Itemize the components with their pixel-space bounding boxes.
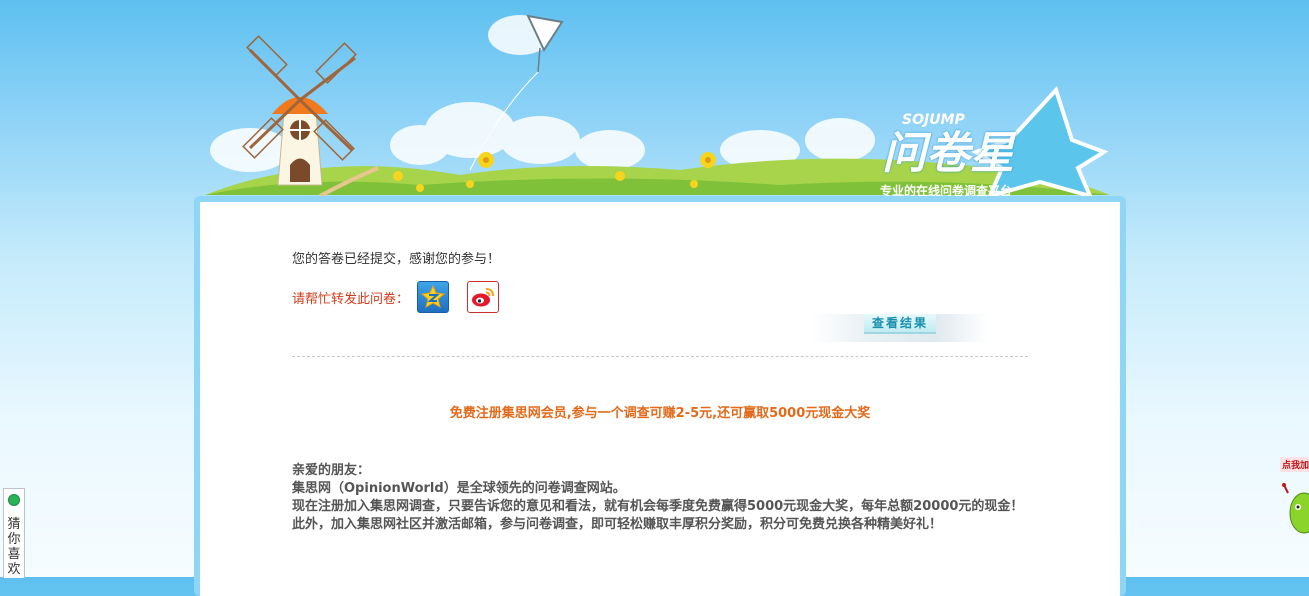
body-line: 现在注册加入集思网调查，只要告诉您的意见和看法，就有机会每季度免费赢得5000元… <box>292 499 1024 514</box>
share-label: 请帮忙转发此问卷： <box>292 291 410 307</box>
body-line: 亲爱的朋友： <box>292 463 371 478</box>
content-card-inner: 您的答卷已经提交，感谢您的参与！ 请帮忙转发此问卷： 查看结果 免费注册集思网会… <box>200 202 1120 596</box>
mascot-icon <box>1282 483 1309 534</box>
header-banner: SOJUMP 问卷星 专业的在线问卷调查平台 <box>0 0 1309 200</box>
banner-illustration <box>205 14 1110 200</box>
side-tab-label: 猜你喜欢 <box>7 517 21 577</box>
view-results-bar: 查看结果 <box>812 314 988 342</box>
view-results-button[interactable]: 查看结果 <box>864 314 936 334</box>
thanks-message: 您的答卷已经提交，感谢您的参与！ <box>292 252 501 267</box>
qzone-icon <box>421 285 446 309</box>
body-line: 此外，加入集思网社区并激活邮箱，参与问卷调查，即可轻松赚取丰厚积分奖励，积分可免… <box>292 517 943 532</box>
weibo-icon <box>472 288 495 307</box>
guess-you-like-tab[interactable]: 猜你喜欢 <box>3 488 25 578</box>
content-card: 您的答卷已经提交，感谢您的参与！ 请帮忙转发此问卷： 查看结果 免费注册集思网会… <box>194 196 1126 596</box>
promo-headline[interactable]: 免费注册集思网会员,参与一个调查可赚2-5元,还可赢取5000元现金大奖 <box>200 402 1120 421</box>
logo-top-text: SOJUMP <box>902 112 965 128</box>
floating-ad[interactable]: 点我加 <box>1278 453 1309 548</box>
body-line: 集思网（OpinionWorld）是全球领先的问卷调查网站。 <box>292 481 626 496</box>
share-row: 请帮忙转发此问卷： <box>292 280 517 314</box>
logo-main-text: 问卷星 <box>882 128 1014 179</box>
status-dot-icon <box>8 494 20 506</box>
floating-ad-label: 点我加 <box>1280 457 1309 472</box>
qzone-share-button[interactable] <box>417 281 450 313</box>
weibo-share-button[interactable] <box>467 281 500 313</box>
dashed-divider <box>292 356 1028 357</box>
promo-body: 亲爱的朋友： 集思网（OpinionWorld）是全球领先的问卷调查网站。 现在… <box>292 462 1032 534</box>
